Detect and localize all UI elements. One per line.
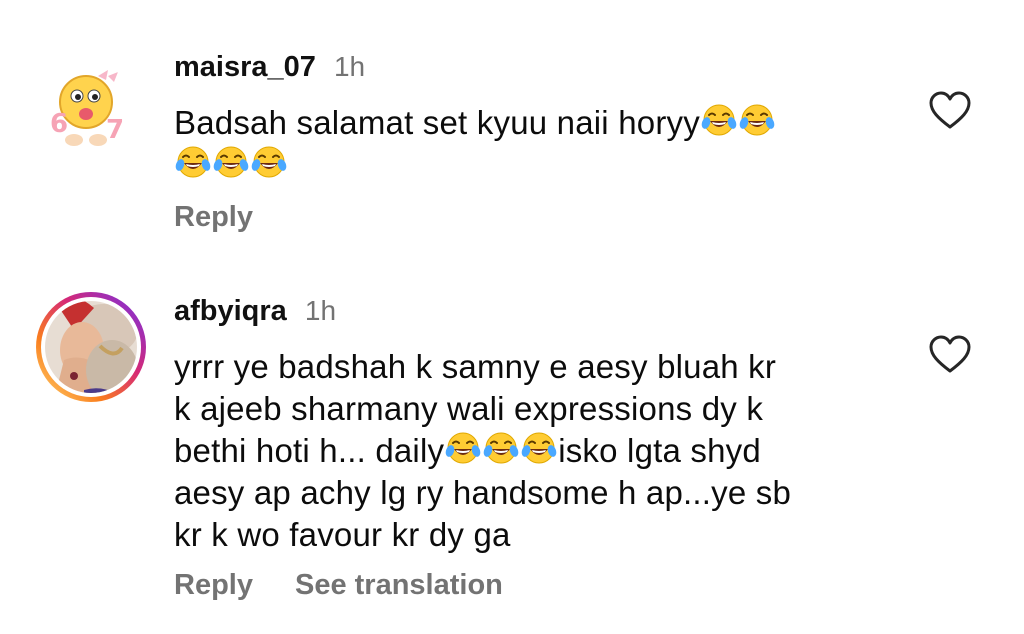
- comment-item: 6 7 maisra_07 1h Badsah salamat set kyuu…: [0, 0, 1024, 260]
- reply-button[interactable]: Reply: [174, 569, 253, 601]
- avatar[interactable]: 6 7: [44, 62, 134, 152]
- heart-outline-icon[interactable]: [928, 334, 972, 374]
- face-with-tears-of-joy-icon: [213, 145, 249, 181]
- comment-item: afbyiqra 1h yrrr ye badshah k samny e ae…: [0, 260, 1024, 634]
- timestamp: 1h: [304, 295, 337, 326]
- smiley-emoji-avatar-icon: 6 7: [44, 62, 134, 152]
- comment-text-line: Badsah salamat set kyuu naii horyy: [174, 104, 700, 141]
- see-translation-button[interactable]: See translation: [295, 569, 503, 601]
- svg-text:6: 6: [50, 109, 68, 139]
- face-with-tears-of-joy-icon: [445, 431, 481, 467]
- avatar[interactable]: [34, 290, 148, 404]
- face-with-tears-of-joy-icon: [483, 431, 519, 467]
- comment-text: yrrr ye badshah k samny e aesy bluah kr …: [174, 346, 791, 556]
- svg-text:7: 7: [106, 115, 124, 145]
- comment-text: Badsah salamat set kyuu naii horyy: [174, 102, 776, 186]
- face-with-tears-of-joy-icon: [739, 103, 775, 139]
- username[interactable]: afbyiqra: [174, 295, 287, 327]
- face-with-tears-of-joy-icon: [521, 431, 557, 467]
- comment-header: afbyiqra 1h: [174, 294, 336, 328]
- reply-button[interactable]: Reply: [174, 201, 253, 233]
- heart-outline-icon[interactable]: [928, 90, 972, 130]
- comment-header: maisra_07 1h: [174, 50, 365, 84]
- comment-text-line: aesy ap achy lg ry handsome h ap...ye sb: [174, 474, 792, 511]
- comment-actions: Reply See translation: [174, 568, 503, 602]
- username[interactable]: maisra_07: [174, 51, 316, 83]
- comment-text-line: isko lgta shyd: [558, 432, 761, 469]
- profile-photo-avatar-icon: [36, 292, 146, 402]
- face-with-tears-of-joy-icon: [701, 103, 737, 139]
- comment-text-line: kr k wo favour kr dy ga: [174, 516, 511, 553]
- face-with-tears-of-joy-icon: [175, 145, 211, 181]
- comment-text-line: yrrr ye badshah k samny e aesy bluah kr: [174, 348, 777, 385]
- comment-text-line: k ajeeb sharmany wali expressions dy k: [174, 390, 764, 427]
- face-with-tears-of-joy-icon: [251, 145, 287, 181]
- timestamp: 1h: [333, 51, 366, 82]
- comment-text-line: bethi hoti h... daily: [174, 432, 445, 469]
- comment-actions: Reply: [174, 200, 253, 234]
